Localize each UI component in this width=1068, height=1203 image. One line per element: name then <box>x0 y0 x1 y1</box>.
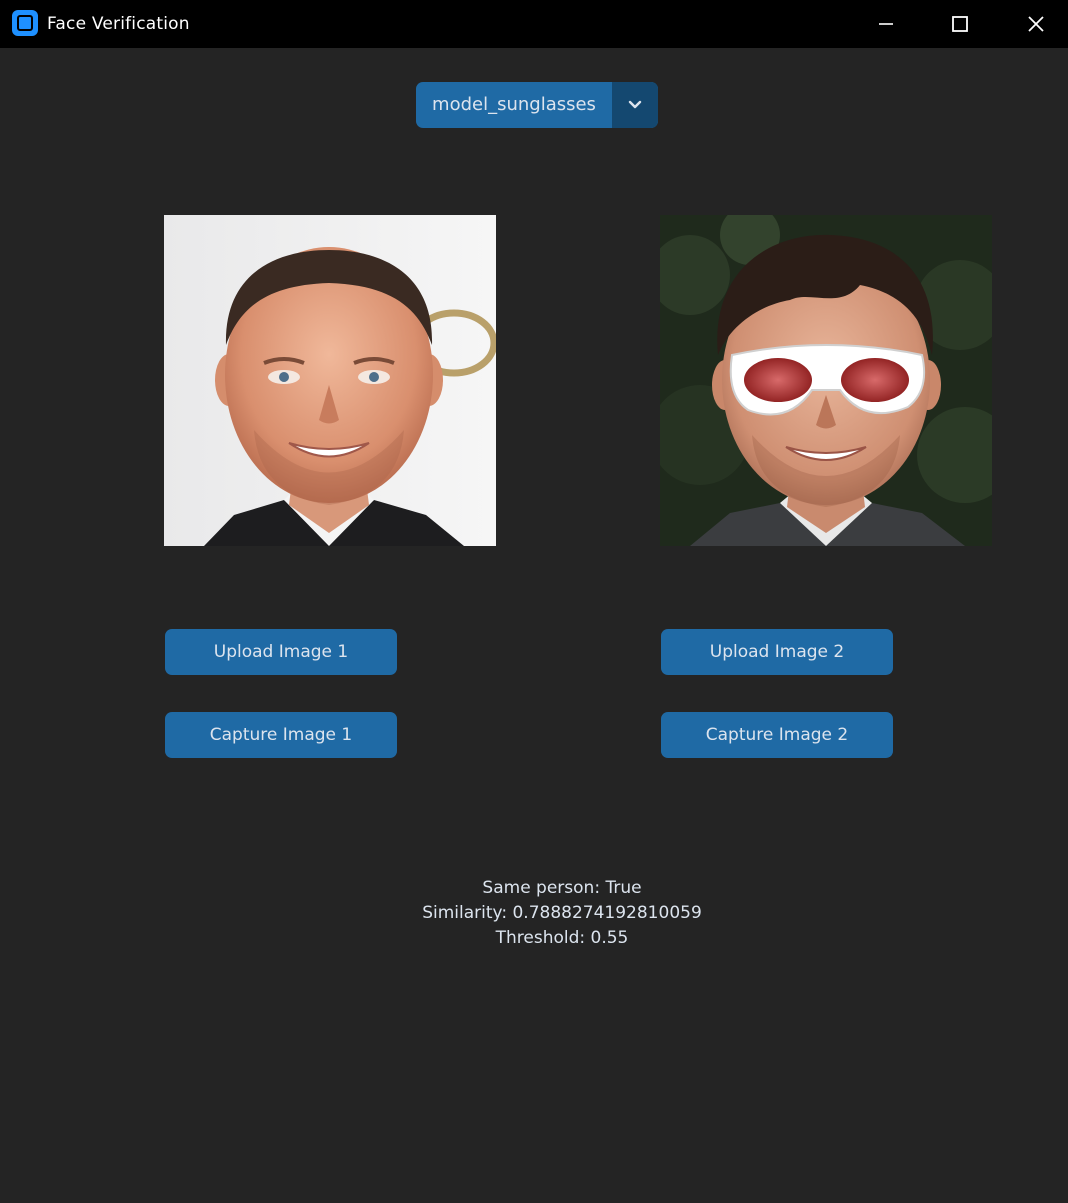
title-bar[interactable]: Face Verification <box>0 0 1068 48</box>
app-window: Face Verification model_sunglasses Uploa… <box>0 0 1068 1203</box>
app-icon <box>12 10 38 36</box>
maximize-icon <box>952 16 968 32</box>
threshold-label: Threshold: 0.55 <box>495 928 629 948</box>
upload-image-1-button[interactable]: Upload Image 1 <box>165 629 397 675</box>
image-1-preview <box>164 215 496 546</box>
maximize-button[interactable] <box>932 0 988 48</box>
minimize-icon <box>879 23 893 25</box>
model-select-dropdown-button[interactable] <box>612 82 658 128</box>
similarity-label: Similarity: 0.7888274192810059 <box>422 903 702 923</box>
model-select[interactable]: model_sunglasses <box>416 82 658 128</box>
same-person-label: Same person: True <box>482 878 642 898</box>
face-photo-sunglasses <box>660 215 992 546</box>
verification-result: Same person: True Similarity: 0.78882741… <box>334 876 790 951</box>
upload-image-2-button[interactable]: Upload Image 2 <box>661 629 893 675</box>
minimize-button[interactable] <box>858 0 914 48</box>
face-photo <box>164 215 496 546</box>
model-select-value[interactable]: model_sunglasses <box>416 82 612 128</box>
image-2-preview <box>660 215 992 546</box>
capture-image-1-button[interactable]: Capture Image 1 <box>165 712 397 758</box>
capture-image-2-button[interactable]: Capture Image 2 <box>661 712 893 758</box>
window-title: Face Verification <box>47 14 190 34</box>
close-icon <box>1028 16 1044 32</box>
chevron-down-icon <box>628 100 642 109</box>
close-button[interactable] <box>1008 0 1064 48</box>
